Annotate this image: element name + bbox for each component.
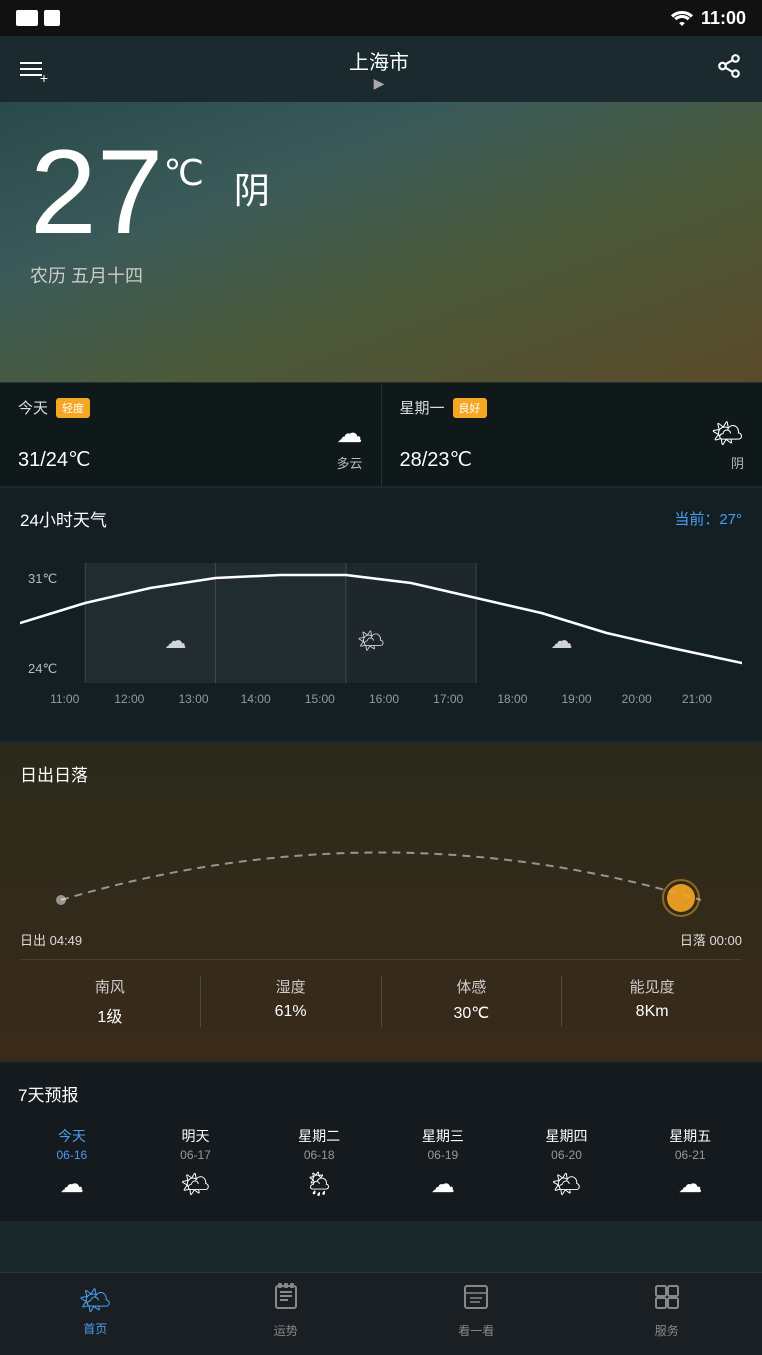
tomorrow-weather-icon: 🌤 — [711, 418, 744, 449]
svg-text:20:00: 20:00 — [622, 692, 652, 706]
wind-label: 南风 — [20, 976, 200, 997]
humidity-label: 湿度 — [201, 976, 381, 997]
hourly-chart[interactable]: ☁ 🌤 ☁ 31℃ 24℃ 11:00 12:00 13:00 14:00 15… — [20, 543, 742, 723]
today-aqi-badge: 轻度 — [56, 398, 90, 418]
nav-fortune[interactable]: 运势 — [191, 1283, 382, 1339]
svg-text:21:00: 21:00 — [682, 692, 712, 706]
today-temp: 31/24℃ — [18, 447, 91, 472]
forecast-day-06-21[interactable]: 星期五 06-21 ☁ — [628, 1120, 752, 1211]
top-bar: + 上海市 ▶ — [0, 36, 762, 102]
tomorrow-label: 星期一 良好 — [400, 397, 745, 418]
svg-text:19:00: 19:00 — [562, 692, 592, 706]
svg-text:18:00: 18:00 — [497, 692, 527, 706]
svg-text:12:00: 12:00 — [114, 692, 144, 706]
today-weather-icon: ☁ — [336, 418, 362, 449]
svg-text:31℃: 31℃ — [28, 571, 57, 586]
svg-text:☁: ☁ — [164, 628, 186, 653]
home-nav-icon: 🌤 — [0, 1285, 191, 1316]
svg-text:11:00: 11:00 — [50, 692, 80, 706]
feels-like-label: 体感 — [382, 976, 562, 997]
svg-text:15:00: 15:00 — [305, 692, 335, 706]
svg-text:☁: ☁ — [550, 628, 572, 653]
visibility-value: 8Km — [562, 1003, 742, 1021]
forecast-row: 今天 06-16 ☁ 明天 06-17 🌤 星期二 06-18 🌦 星期三 06… — [10, 1120, 752, 1211]
forecast-day-06-20[interactable]: 星期四 06-20 🌤 — [505, 1120, 629, 1211]
location-icon: ▶ — [349, 75, 409, 92]
tomorrow-forecast[interactable]: 星期一 良好 28/23℃ 🌤 阴 — [382, 383, 762, 486]
svg-text:13:00: 13:00 — [178, 692, 208, 706]
forecast-day-06-16[interactable]: 今天 06-16 ☁ — [10, 1120, 134, 1211]
svg-text:17:00: 17:00 — [433, 692, 463, 706]
battery-icon-2 — [44, 10, 60, 26]
home-nav-label: 首页 — [0, 1320, 191, 1337]
wifi-icon — [671, 10, 693, 26]
wind-value: 1级 — [20, 1003, 200, 1027]
menu-button[interactable]: + — [20, 62, 42, 76]
humidity-detail: 湿度 61% — [200, 976, 381, 1027]
visibility-detail: 能见度 8Km — [561, 976, 742, 1027]
temperature-value: 27 — [30, 132, 163, 252]
nav-look[interactable]: 看一看 — [381, 1283, 572, 1339]
today-forecast[interactable]: 今天 轻度 31/24℃ ☁ 多云 — [0, 383, 382, 486]
sunrise-labels: 日出 04:49 日落 00:00 — [20, 930, 742, 949]
look-nav-label: 看一看 — [381, 1322, 572, 1339]
visibility-label: 能见度 — [562, 976, 742, 997]
temperature-display: 27 ℃ 阴 — [30, 132, 732, 252]
status-time: 11:00 — [701, 8, 746, 29]
bottom-nav: 🌤 首页 运势 看一看 — [0, 1272, 762, 1355]
weather-description: 阴 — [234, 162, 270, 214]
forecast-day-06-17[interactable]: 明天 06-17 🌤 — [134, 1120, 258, 1211]
city-name: 上海市 — [349, 46, 409, 75]
tomorrow-temp: 28/23℃ — [400, 447, 473, 472]
svg-text:24℃: 24℃ — [28, 661, 57, 676]
svg-text:16:00: 16:00 — [369, 692, 399, 706]
feels-like-value: 30℃ — [382, 1003, 562, 1023]
forecast-day-06-19[interactable]: 星期三 06-19 ☁ — [381, 1120, 505, 1211]
services-nav-icon — [572, 1283, 762, 1318]
sunset-time: 日落 00:00 — [680, 930, 742, 949]
tomorrow-weather-label: 阴 — [711, 453, 744, 472]
nav-home[interactable]: 🌤 首页 — [0, 1285, 191, 1337]
tomorrow-aqi-badge: 良好 — [453, 398, 487, 418]
hero-section: 27 ℃ 阴 农历 五月十四 — [0, 102, 762, 382]
nav-services[interactable]: 服务 — [572, 1283, 762, 1339]
current-temp: 当前：27° — [674, 508, 742, 529]
humidity-value: 61% — [201, 1003, 381, 1021]
fortune-nav-icon — [191, 1283, 382, 1318]
sunrise-time: 日出 04:49 — [20, 930, 82, 949]
weather-details: 南风 1级 湿度 61% 体感 30℃ 能见度 8Km — [20, 959, 742, 1043]
share-button[interactable] — [716, 53, 742, 85]
svg-text:14:00: 14:00 — [241, 692, 271, 706]
sunrise-arc — [20, 800, 742, 920]
sunrise-svg — [20, 800, 742, 920]
wind-detail: 南风 1级 — [20, 976, 200, 1027]
hourly-section: 24小时天气 当前：27° ☁ 🌤 ☁ 31℃ 24℃ 11:00 12:00 — [0, 488, 762, 741]
sunrise-title: 日出日落 — [20, 761, 742, 786]
battery-icon — [16, 10, 38, 26]
city-header: 上海市 ▶ — [349, 46, 409, 92]
fortune-nav-label: 运势 — [191, 1322, 382, 1339]
hourly-title: 24小时天气 — [20, 506, 107, 531]
forecast-section: 7天预报 今天 06-16 ☁ 明天 06-17 🌤 星期二 06-18 🌦 星… — [0, 1063, 762, 1221]
today-weather-label: 多云 — [336, 453, 362, 472]
lunar-date: 农历 五月十四 — [30, 262, 732, 288]
daily-forecast-row: 今天 轻度 31/24℃ ☁ 多云 星期一 良好 28/23℃ 🌤 阴 — [0, 382, 762, 486]
services-nav-label: 服务 — [572, 1322, 762, 1339]
look-nav-icon — [381, 1283, 572, 1318]
forecast-title: 7天预报 — [10, 1081, 752, 1106]
status-bar: 11:00 — [0, 0, 762, 36]
sunrise-section: 日出日落 日出 04:49 日落 00:00 南风 1级 湿度 61% 体感 3… — [0, 743, 762, 1061]
feels-like-detail: 体感 30℃ — [381, 976, 562, 1027]
today-label: 今天 轻度 — [18, 397, 363, 418]
svg-text:🌤: 🌤 — [357, 628, 385, 653]
status-icons — [16, 10, 60, 26]
temperature-unit: ℃ — [163, 152, 203, 194]
forecast-day-06-18[interactable]: 星期二 06-18 🌦 — [257, 1120, 381, 1211]
chart-svg: ☁ 🌤 ☁ 31℃ 24℃ 11:00 12:00 13:00 14:00 15… — [20, 543, 742, 723]
